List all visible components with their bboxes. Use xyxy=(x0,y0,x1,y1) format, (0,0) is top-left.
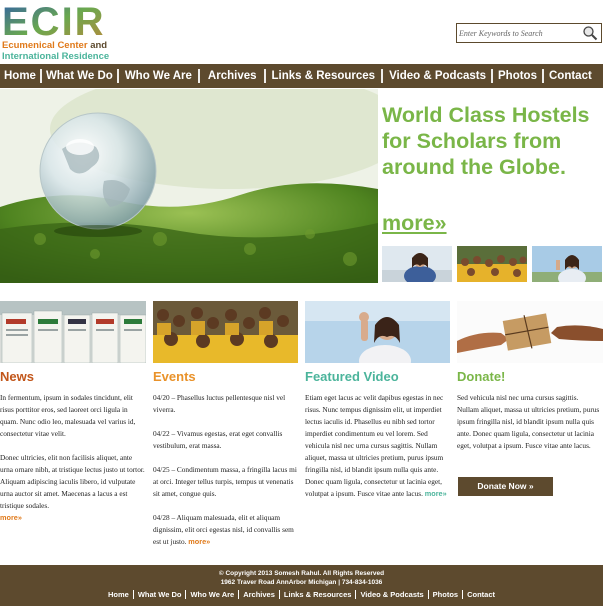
featured-video-thumbnail[interactable] xyxy=(305,301,450,363)
nav-divider xyxy=(491,69,493,83)
footer-link-home[interactable]: Home xyxy=(104,590,133,599)
footer-link-archives[interactable]: Archives xyxy=(239,590,279,599)
search-box xyxy=(456,23,602,43)
nav-item-photos[interactable]: Photos xyxy=(493,70,542,82)
nav-item-links-resources[interactable]: Links & Resources xyxy=(266,70,382,82)
footer-link-video-podcasts[interactable]: Video & Podcasts xyxy=(356,590,427,599)
donate-image xyxy=(457,301,603,363)
nav-divider xyxy=(541,69,544,83)
featured-video-more-link[interactable]: more» xyxy=(425,489,447,498)
main-nav: Home What We Do Who We Are Archives Link… xyxy=(0,64,603,88)
news-paragraph: Donec ultricies, elit non facilisis aliq… xyxy=(0,453,145,510)
hero-thumbnail-2[interactable] xyxy=(457,246,527,282)
logo-text: ECIR xyxy=(2,2,106,38)
footer-copyright: © Copyright 2013 Somesh Rahul. All Right… xyxy=(218,570,385,577)
student-outdoor-thumb xyxy=(532,246,602,282)
group-photo-thumb xyxy=(457,246,527,282)
news-body: In fermentum, ipsum in sodales tincidunt… xyxy=(0,392,145,524)
gift-handover-image xyxy=(457,301,603,363)
event-item: 04/25 – Condimentum massa, a fringilla l… xyxy=(153,465,297,498)
footer-address: 1962 Traver Road AnnArbor Michigan | 734… xyxy=(220,579,383,586)
footer-link-contact[interactable]: Contact xyxy=(463,590,499,599)
nav-divider xyxy=(381,69,384,83)
event-item: 04/20 – Phasellus luctus pellentesque ni… xyxy=(153,393,286,414)
featured-video-heading: Featured Video xyxy=(305,369,399,384)
nav-item-archives[interactable]: Archives xyxy=(200,70,264,82)
nav-divider xyxy=(39,69,42,83)
donate-now-button[interactable]: Donate Now » xyxy=(458,477,553,496)
footer: © Copyright 2013 Somesh Rahul. All Right… xyxy=(0,565,603,606)
newspapers-image xyxy=(0,301,146,363)
event-item: 04/28 – Aliquam malesuada, elit et aliqu… xyxy=(153,512,299,548)
nav-item-contact[interactable]: Contact xyxy=(544,70,594,82)
logo-tagline-2: International Residence xyxy=(2,51,110,62)
nav-divider xyxy=(263,69,266,83)
events-more-link[interactable]: more» xyxy=(188,537,210,546)
hero-thumbnail-3[interactable] xyxy=(532,246,602,282)
globe-on-moss-image xyxy=(0,89,378,283)
hero-globe-image xyxy=(0,89,378,283)
featured-video-body: Etiam eget lacus ac velit dapibus egesta… xyxy=(305,392,448,500)
student-thumbs-up-image xyxy=(305,301,450,363)
nav-item-video-podcasts[interactable]: Video & Podcasts xyxy=(383,70,491,82)
events-heading: Events xyxy=(153,369,196,384)
logo-tagline-and: and xyxy=(90,40,108,51)
logo-tagline-1a: Ecumenical Center xyxy=(2,40,88,51)
ecir-logo-mark: ECIR xyxy=(2,2,106,38)
footer-link-photos[interactable]: Photos xyxy=(429,590,462,599)
event-item-text: 04/28 – Aliquam malesuada, elit et aliqu… xyxy=(153,513,294,546)
events-image xyxy=(153,301,298,363)
news-paragraph: In fermentum, ipsum in sodales tincidunt… xyxy=(0,393,136,438)
news-image xyxy=(0,301,146,363)
news-heading: News xyxy=(0,369,34,384)
event-item: 04/22 – Vivamus egestas, erat eget conva… xyxy=(153,429,283,450)
events-body: 04/20 – Phasellus luctus pellentesque ni… xyxy=(153,392,299,548)
crowd-photo-image xyxy=(153,301,298,363)
hero-thumbnail-1[interactable] xyxy=(382,246,452,282)
hero-more-link[interactable]: more» xyxy=(382,211,447,236)
news-more-link[interactable]: more» xyxy=(0,513,22,522)
ecir-logo[interactable]: ECIR Ecumenical Center and International… xyxy=(2,2,122,62)
search-input[interactable] xyxy=(457,24,581,42)
nav-divider xyxy=(197,69,200,83)
logo-tagline-1: Ecumenical Center and xyxy=(2,40,107,51)
footer-nav: Home What We Do Who We Are Archives Link… xyxy=(0,590,603,599)
donate-body: Sed vehicula nisl nec urna cursus sagitt… xyxy=(457,393,600,450)
footer-link-what-we-do[interactable]: What We Do xyxy=(134,590,186,599)
search-icon[interactable] xyxy=(582,25,598,41)
featured-video-text: Etiam eget lacus ac velit dapibus egesta… xyxy=(305,393,444,498)
nav-divider xyxy=(116,69,119,83)
footer-link-links-resources[interactable]: Links & Resources xyxy=(280,590,356,599)
student-portrait-thumb xyxy=(382,246,452,282)
hero-headline: World Class Hostels for Scholars from ar… xyxy=(382,103,590,179)
nav-item-who-we-are[interactable]: Who We Are xyxy=(119,70,198,82)
donate-heading: Donate! xyxy=(457,369,506,384)
footer-link-who-we-are[interactable]: Who We Are xyxy=(186,590,238,599)
nav-item-what-we-do[interactable]: What We Do xyxy=(42,70,117,82)
nav-item-home[interactable]: Home xyxy=(0,70,40,82)
